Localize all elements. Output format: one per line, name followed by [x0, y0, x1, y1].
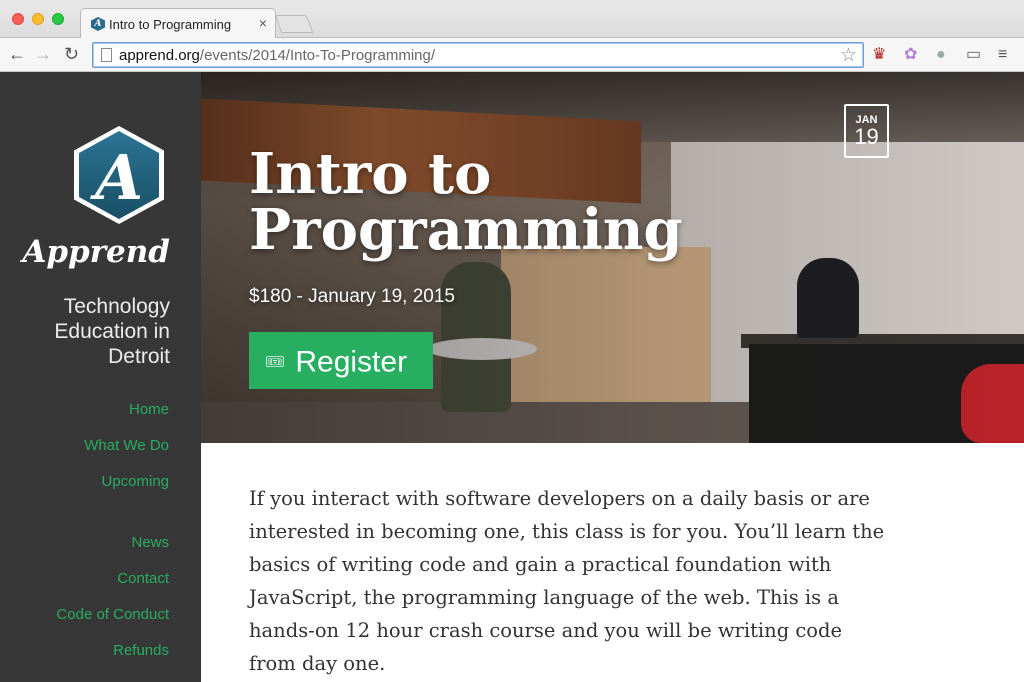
nav-home[interactable]: Home: [10, 401, 169, 418]
tab-title: Intro to Programming: [109, 17, 232, 32]
bookmark-star-icon[interactable]: ☆: [840, 44, 857, 67]
url-text[interactable]: apprend.org/events/2014/Into-To-Programm…: [119, 47, 435, 64]
browser-tab[interactable]: A Intro to Programming ×: [80, 8, 276, 39]
reload-icon[interactable]: ↻: [64, 43, 79, 65]
extension-flower-icon[interactable]: ✿: [904, 45, 917, 65]
event-title: Intro to Programming: [249, 141, 683, 263]
ticket-icon: 🎟: [265, 353, 286, 371]
logo-letter: A: [94, 141, 144, 214]
nav-what-we-do[interactable]: What We Do: [10, 437, 169, 454]
nav-code-of-conduct[interactable]: Code of Conduct: [10, 606, 169, 623]
minimize-window-button[interactable]: [32, 13, 44, 25]
new-tab-button[interactable]: [274, 15, 314, 33]
browser-tab-bar: A Intro to Programming ×: [0, 0, 1024, 39]
tagline: Technology Education in Detroit: [20, 294, 170, 369]
back-arrow-icon[interactable]: ←: [8, 43, 26, 65]
hero-banner: Intro to Programming $180 - January 19, …: [201, 72, 1024, 443]
menu-icon[interactable]: ≡: [998, 45, 1007, 65]
web-page: A Apprend Technology Education in Detroi…: [0, 72, 1024, 682]
date-badge: JAN 19: [844, 104, 889, 158]
url-path: /events/2014/Into-To-Programming/: [199, 47, 436, 64]
sidebar: A Apprend Technology Education in Detroi…: [0, 72, 201, 682]
zoom-window-button[interactable]: [52, 13, 64, 25]
date-day: 19: [854, 124, 879, 149]
page-icon: [101, 48, 112, 62]
tab-close-icon[interactable]: ×: [259, 15, 267, 31]
cast-icon[interactable]: ▭: [966, 45, 981, 65]
tagline-line: Education in: [54, 320, 170, 343]
extension-ghost-icon[interactable]: ●: [936, 45, 946, 65]
apprend-favicon-icon: A: [91, 17, 105, 31]
register-button[interactable]: 🎟 Register: [249, 332, 433, 389]
nav-contact[interactable]: Contact: [10, 570, 169, 587]
apprend-logo-icon[interactable]: A: [74, 126, 164, 224]
event-price-date: $180 - January 19, 2015: [249, 286, 455, 307]
url-host: apprend.org: [119, 47, 200, 64]
nav-refunds[interactable]: Refunds: [10, 642, 169, 659]
register-label: Register: [295, 345, 408, 379]
close-window-button[interactable]: [12, 13, 24, 25]
address-bar[interactable]: apprend.org/events/2014/Into-To-Programm…: [92, 42, 864, 68]
event-description: If you interact with software developers…: [249, 487, 885, 675]
browser-toolbar: ← → ↻ apprend.org/events/2014/Into-To-Pr…: [0, 38, 1024, 72]
extension-sofa-icon[interactable]: ♛: [872, 45, 886, 65]
forward-arrow-icon[interactable]: →: [34, 43, 52, 65]
nav-upcoming[interactable]: Upcoming: [10, 473, 169, 490]
tagline-line: Technology: [63, 295, 170, 318]
nav-news[interactable]: News: [10, 534, 169, 551]
brand-name[interactable]: Apprend: [0, 234, 170, 270]
tagline-line: Detroit: [108, 345, 170, 368]
